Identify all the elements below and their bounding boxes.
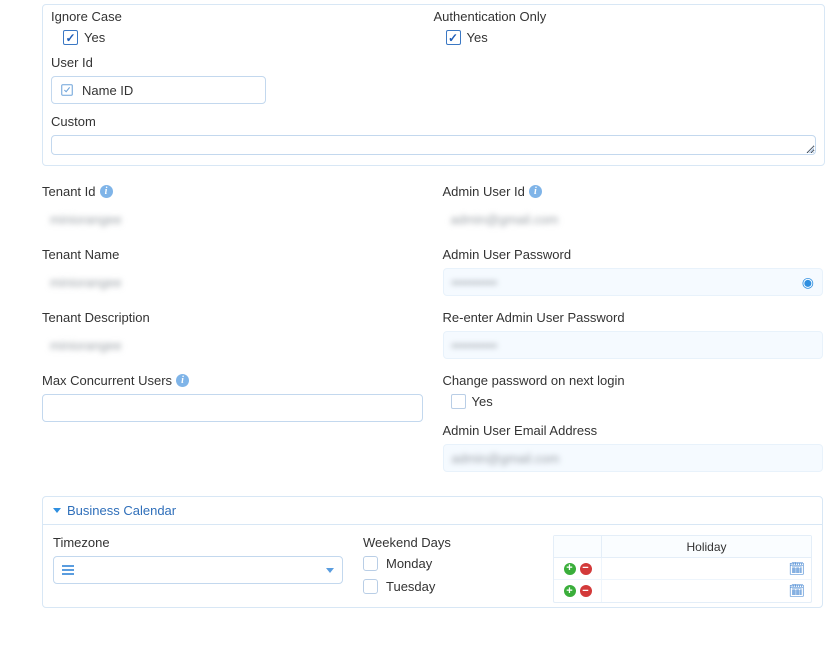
list-icon	[62, 565, 74, 575]
info-icon[interactable]: i	[100, 185, 113, 198]
chevron-down-icon	[326, 568, 334, 573]
max-users-input[interactable]	[42, 394, 423, 422]
info-icon[interactable]: i	[529, 185, 542, 198]
holiday-header: Holiday	[602, 536, 811, 557]
change-pw-checkbox[interactable]	[451, 394, 466, 409]
change-pw-label: Change password on next login	[443, 373, 824, 388]
tenant-id-value: miniorangee	[42, 205, 423, 233]
calendar-icon[interactable]: 🗓	[788, 583, 805, 599]
admin-repassword-label: Re-enter Admin User Password	[443, 310, 824, 325]
auth-only-yes: Yes	[467, 30, 488, 45]
auth-options-panel: Ignore Case Yes Authentication Only Yes …	[42, 4, 825, 166]
weekend-tuesday-label: Tuesday	[386, 579, 435, 594]
add-holiday-button[interactable]: +	[564, 585, 576, 597]
admin-repassword-input[interactable]: ••••••••••	[443, 331, 824, 359]
tenant-name-value: miniorangee	[42, 268, 423, 296]
caret-down-icon	[53, 508, 61, 513]
admin-user-id-label: Admin User Id i	[443, 184, 824, 199]
info-icon[interactable]: i	[176, 374, 189, 387]
eye-icon[interactable]: ◉	[802, 274, 814, 291]
user-id-input[interactable]	[80, 82, 257, 99]
remove-holiday-button[interactable]: −	[580, 563, 592, 575]
ignore-case-yes: Yes	[84, 30, 105, 45]
business-calendar-title: Business Calendar	[67, 503, 176, 518]
business-calendar-section: Business Calendar Timezone Weekend Days …	[42, 496, 823, 608]
custom-label: Custom	[51, 114, 816, 129]
admin-password-input[interactable]: •••••••••• ◉	[443, 268, 824, 296]
edit-icon	[60, 83, 74, 97]
admin-email-input[interactable]: admin@gmail.com	[443, 444, 824, 472]
weekend-monday-checkbox[interactable]	[363, 556, 378, 571]
tenant-id-label: Tenant Id i	[42, 184, 423, 199]
holiday-table: Holiday + − 🗓 + −	[553, 535, 812, 603]
weekend-tuesday-checkbox[interactable]	[363, 579, 378, 594]
user-id-label: User Id	[51, 55, 816, 70]
admin-user-id-value: admin@gmail.com	[443, 205, 824, 233]
ignore-case-checkbox[interactable]	[63, 30, 78, 45]
holiday-date-cell[interactable]: 🗓	[602, 558, 811, 579]
holiday-row: + − 🗓	[554, 558, 811, 580]
timezone-label: Timezone	[53, 535, 343, 550]
holiday-row: + − 🗓	[554, 580, 811, 602]
auth-only-checkbox[interactable]	[446, 30, 461, 45]
calendar-icon[interactable]: 🗓	[788, 561, 805, 577]
tenant-name-label: Tenant Name	[42, 247, 423, 262]
add-holiday-button[interactable]: +	[564, 563, 576, 575]
ignore-case-label: Ignore Case	[51, 9, 426, 24]
auth-only-label: Authentication Only	[434, 9, 809, 24]
max-users-label: Max Concurrent Users i	[42, 373, 423, 388]
tenant-desc-label: Tenant Description	[42, 310, 423, 325]
timezone-select[interactable]	[53, 556, 343, 584]
admin-password-label: Admin User Password	[443, 247, 824, 262]
change-pw-yes: Yes	[472, 394, 493, 409]
weekend-monday-label: Monday	[386, 556, 432, 571]
remove-holiday-button[interactable]: −	[580, 585, 592, 597]
custom-textarea[interactable]	[51, 135, 816, 155]
tenant-desc-value: miniorangee	[42, 331, 423, 359]
user-id-input-wrap[interactable]	[51, 76, 266, 104]
admin-email-label: Admin User Email Address	[443, 423, 824, 438]
business-calendar-header[interactable]: Business Calendar	[43, 497, 822, 525]
holiday-date-cell[interactable]: 🗓	[602, 580, 811, 602]
weekend-days-label: Weekend Days	[363, 535, 533, 550]
